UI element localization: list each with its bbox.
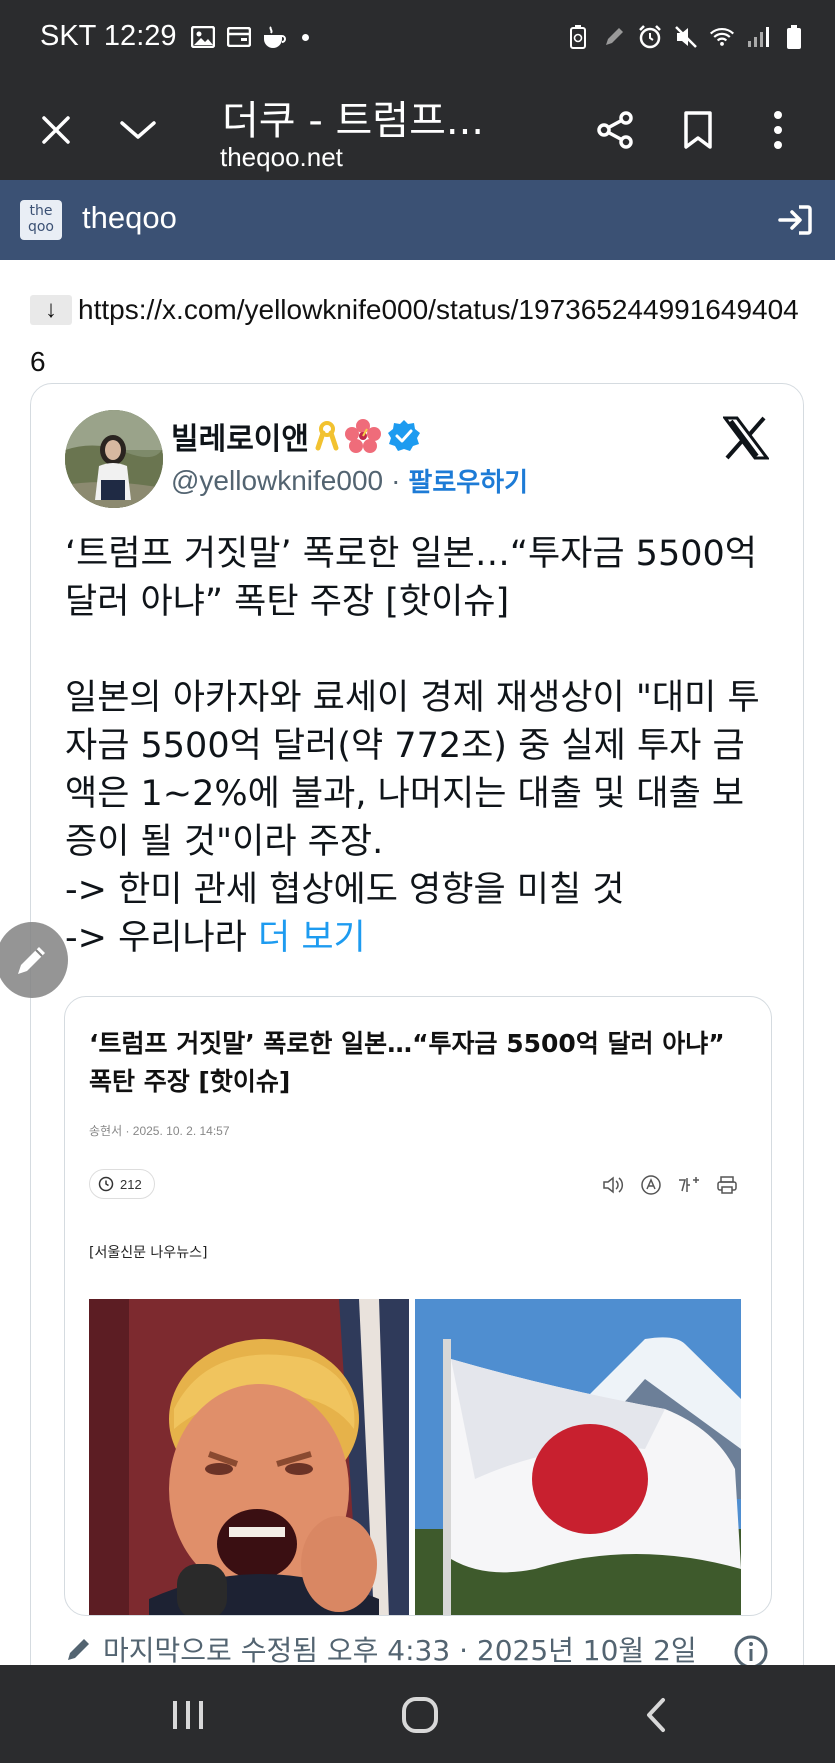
close-icon bbox=[42, 116, 70, 144]
edited-info-row: 마지막으로 수정됨 오후 4:33 · 2025년 10월 2일 bbox=[65, 1629, 697, 1669]
site-name[interactable]: theqoo bbox=[82, 200, 177, 236]
notification-icons bbox=[190, 24, 309, 50]
x-logo-icon[interactable] bbox=[722, 416, 770, 462]
coffee-icon bbox=[262, 24, 288, 50]
follow-button[interactable]: 팔로우하기 bbox=[408, 462, 528, 499]
author-name-row: 빌레로이앤 bbox=[171, 414, 421, 458]
minimize-button[interactable] bbox=[108, 100, 168, 160]
speaker-icon bbox=[601, 1173, 625, 1197]
page-title: 더쿠 - 트럼프... bbox=[222, 98, 485, 144]
tweet-body-prefix: -> 우리나라 bbox=[65, 918, 259, 958]
print-icon bbox=[715, 1173, 739, 1197]
article-preview-card[interactable]: ‘트럼프 거짓말’ 폭로한 일본…“투자금 5500억 달러 아냐” 폭탄 주장… bbox=[64, 996, 772, 1616]
wallet-icon bbox=[226, 24, 252, 50]
system-nav-bar bbox=[0, 1665, 835, 1763]
more-options-button[interactable] bbox=[748, 100, 808, 160]
author-handle-row: @yellowknife000 · 팔로우하기 bbox=[171, 462, 528, 499]
bookmark-icon bbox=[684, 111, 712, 149]
pencil-icon bbox=[68, 1639, 89, 1660]
status-bar: SKT 12:29 bbox=[0, 0, 835, 78]
logo-text-top: the bbox=[29, 203, 53, 219]
back-chevron-icon bbox=[647, 1698, 665, 1732]
battery-icon bbox=[781, 24, 807, 50]
edited-timestamp[interactable]: 마지막으로 수정됨 오후 4:33 · 2025년 10월 2일 bbox=[103, 1629, 697, 1669]
system-icons bbox=[565, 24, 807, 50]
recent-apps-icon bbox=[173, 1701, 203, 1729]
hibiscus-icon bbox=[345, 419, 381, 453]
tweet-body-line: 일본의 아카자와 료세이 경제 재생상이 "대미 투자금 5500억 달러(약 … bbox=[65, 678, 760, 862]
share-button[interactable] bbox=[585, 100, 645, 160]
logo-text-bottom: qoo bbox=[27, 219, 55, 235]
embedded-tweet[interactable]: 빌레로이앤 @yellowknife000 · 팔로우하기 ‘트럼프 거짓말’ … bbox=[30, 383, 804, 1763]
battery-saver-icon bbox=[565, 24, 591, 50]
tweet-headline: ‘트럼프 거짓말’ 폭로한 일본…“투자금 5500억 달러 아냐” 폭탄 주장… bbox=[65, 534, 757, 622]
more-vertical-icon bbox=[774, 111, 782, 149]
trump-photo bbox=[89, 1299, 409, 1615]
tweet-body-line: -> 한미 관세 협상에도 영향을 미칠 것 bbox=[65, 870, 625, 910]
translate-icon bbox=[639, 1173, 663, 1197]
gallery-icon bbox=[190, 24, 216, 50]
author-handle[interactable]: @yellowknife000 bbox=[171, 465, 383, 497]
status-time: SKT 12:29 bbox=[40, 20, 177, 52]
japan-flag-photo bbox=[415, 1299, 741, 1615]
tweet-body-line: -> 우리나라 더 보기 bbox=[65, 914, 765, 962]
post-link-line: ↓ https://x.com/yellowknife000/status/197… bbox=[30, 284, 810, 388]
more-notifications-dot bbox=[302, 33, 309, 41]
signal-icon bbox=[745, 24, 771, 50]
preview-byline: 송현서 · 2025. 10. 2. 14:57 bbox=[89, 1124, 230, 1138]
site-header: the qoo theqoo bbox=[0, 180, 835, 260]
browser-toolbar: 더쿠 - 트럼프... theqoo.net bbox=[0, 78, 835, 180]
share-icon bbox=[597, 111, 633, 149]
pen-icon bbox=[601, 24, 627, 50]
author-name[interactable]: 빌레로이앤 bbox=[171, 414, 309, 458]
preview-views-count: 212 bbox=[120, 1176, 142, 1192]
font-size-icon bbox=[677, 1173, 701, 1197]
handle-separator: · bbox=[391, 464, 401, 496]
home-button[interactable] bbox=[398, 1693, 442, 1737]
back-button[interactable] bbox=[634, 1693, 678, 1737]
preview-source: [서울신문 나우뉴스] bbox=[89, 1245, 208, 1261]
preview-tools bbox=[601, 1173, 739, 1197]
alarm-icon bbox=[637, 24, 663, 50]
mute-icon bbox=[673, 24, 699, 50]
chevron-down-icon bbox=[120, 121, 156, 139]
tweet-text: ‘트럼프 거짓말’ 폭로한 일본…“투자금 5500억 달러 아냐” 폭탄 주장… bbox=[65, 530, 765, 962]
preview-title: ‘트럼프 거짓말’ 폭로한 일본…“투자금 5500억 달러 아냐” 폭탄 주장… bbox=[89, 1029, 725, 1096]
show-more-link[interactable]: 더 보기 bbox=[258, 918, 366, 958]
site-logo[interactable]: the qoo bbox=[20, 200, 62, 240]
yellow-ribbon-icon bbox=[315, 421, 339, 451]
page-url: theqoo.net bbox=[220, 142, 343, 172]
wifi-icon bbox=[709, 24, 735, 50]
arrow-down-icon: ↓ bbox=[30, 295, 72, 325]
bookmark-button[interactable] bbox=[668, 100, 728, 160]
avatar[interactable] bbox=[65, 410, 163, 508]
close-button[interactable] bbox=[26, 100, 86, 160]
login-button[interactable] bbox=[773, 198, 817, 242]
post-link[interactable]: https://x.com/yellowknife000/status/1973… bbox=[30, 294, 799, 377]
login-icon bbox=[778, 205, 812, 235]
home-icon bbox=[402, 1697, 438, 1733]
clock-icon bbox=[98, 1176, 114, 1192]
verified-badge-icon bbox=[388, 420, 420, 451]
pencil-icon bbox=[18, 947, 45, 974]
preview-views-badge: 212 bbox=[89, 1169, 155, 1199]
recent-apps-button[interactable] bbox=[166, 1693, 210, 1737]
